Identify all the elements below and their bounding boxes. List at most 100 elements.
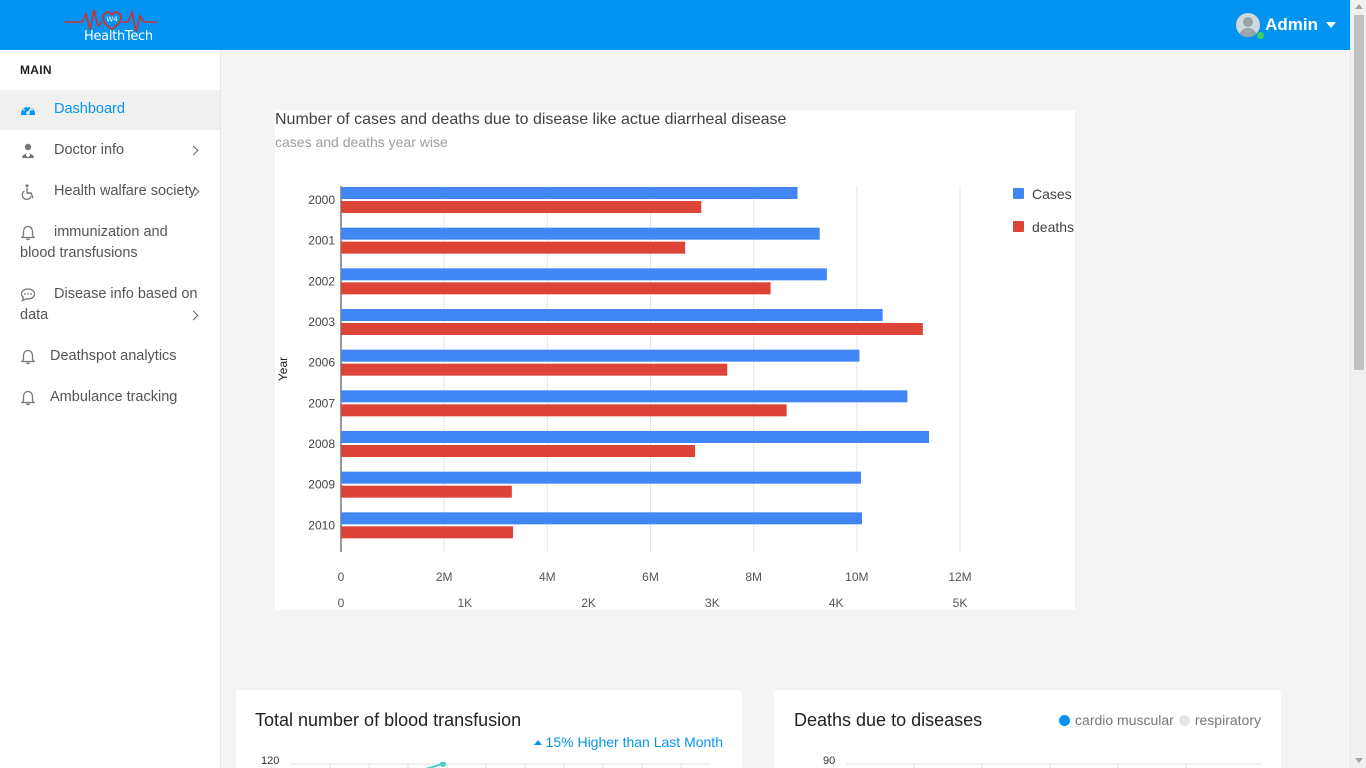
x-tick-label-primary: 4M xyxy=(539,570,556,584)
chat-icon xyxy=(20,288,36,302)
cases-deaths-bar-chart: 0 2M 4M 6M 8M 10M 12M 0 1K 2K 3K 4K 5K 2000 2001 2002 20… xyxy=(276,186,1074,610)
x-tick-label-primary: 10M xyxy=(845,570,868,584)
bar-deaths xyxy=(341,445,696,457)
bar-cases xyxy=(341,431,930,443)
sidebar-item-label: Dashboard xyxy=(54,101,125,117)
chart-subtitle: cases and deaths year wise xyxy=(275,134,448,150)
logo-mark: W4 xyxy=(106,16,118,24)
x-tick-label-primary: 0 xyxy=(338,570,345,584)
sidebar-item-label: Health walfare society xyxy=(54,183,196,199)
trend-up-icon xyxy=(533,739,542,745)
scroll-up-arrow-icon[interactable] xyxy=(1355,4,1363,9)
bar-deaths xyxy=(341,404,787,417)
sidebar-item-label-line2: blood transfusions xyxy=(20,245,138,261)
bar-cases xyxy=(341,471,861,484)
sidebar-section-label: MAIN xyxy=(20,63,52,77)
caret-down-icon[interactable] xyxy=(1326,22,1336,28)
trend-indicator: 15% Higher than Last Month xyxy=(533,734,723,750)
y-tick-label: 90 xyxy=(823,755,836,767)
x-tick-label-primary: 12M xyxy=(948,570,971,584)
y-tick-label: 2003 xyxy=(308,315,335,329)
card-title: Total number of blood transfusion xyxy=(255,710,522,730)
y-tick-label: 2007 xyxy=(308,396,335,410)
bell-icon xyxy=(20,225,36,241)
legend-swatch xyxy=(1013,221,1024,232)
y-tick-label: 2006 xyxy=(308,356,335,370)
bar-cases xyxy=(341,512,862,525)
sidebar-item-deathspot-analytics[interactable]: Deathspot analytics xyxy=(0,336,220,377)
user-name[interactable]: Admin xyxy=(1265,15,1318,35)
blood-transfusion-card: Total number of blood transfusion 15% Hi… xyxy=(236,690,742,768)
wheelchair-icon xyxy=(21,184,34,200)
data-point xyxy=(440,762,446,767)
legend-swatch xyxy=(1013,188,1024,199)
x-tick-label-secondary: 0 xyxy=(338,596,345,610)
y-tick-label: 2008 xyxy=(308,437,335,451)
sidebar-item-immunization[interactable]: immunization and blood transfusions xyxy=(0,212,220,274)
sidebar-item-label: Disease info based on xyxy=(54,286,198,302)
sidebar-item-label: Ambulance tracking xyxy=(50,389,178,405)
x-tick-label-secondary: 4K xyxy=(829,596,844,610)
bar-cases xyxy=(341,187,798,199)
bar-deaths xyxy=(341,363,728,376)
cases-deaths-chart-card: 0 2M 4M 6M 8M 10M 12M 0 1K 2K 3K 4K 5K 2000 2001 2002 20… xyxy=(275,110,1075,610)
blood-chart-gridline xyxy=(291,762,711,768)
card-title: Deaths due to diseases xyxy=(794,710,983,730)
bar-cases xyxy=(341,349,860,362)
trend-text: 15% Higher than Last Month xyxy=(545,734,723,750)
deaths-chart-gridline xyxy=(846,763,1261,768)
sidebar-item-disease-info[interactable]: Disease info based on data xyxy=(0,274,220,336)
y-tick-label: 2002 xyxy=(308,274,335,288)
deaths-due-to-diseases-card: Deaths due to diseases cardio muscular r… xyxy=(774,690,1281,768)
online-status-icon xyxy=(1256,31,1265,40)
sidebar-item-label: immunization and xyxy=(54,224,168,240)
top-navbar: W4 HealthTech Admin xyxy=(0,0,1350,50)
bar-cases xyxy=(341,227,820,240)
y-tick-label: 2001 xyxy=(308,234,335,248)
x-tick-label-secondary: 1K xyxy=(457,596,472,610)
y-tick-label: 2010 xyxy=(308,518,335,532)
y-tick-label: 2000 xyxy=(308,193,335,207)
bar-deaths xyxy=(341,485,512,498)
chart-legend: cardio muscular respiratory xyxy=(1059,712,1261,728)
chart-title: Number of cases and deaths due to diseas… xyxy=(275,111,787,128)
doctor-icon xyxy=(22,143,34,158)
x-tick-label-primary: 8M xyxy=(745,570,762,584)
dashboard-gauge-icon xyxy=(21,106,35,115)
legend-label-respiratory: respiratory xyxy=(1194,712,1261,728)
y-axis-label: Year xyxy=(276,357,290,381)
sidebar-item-label-line2: data xyxy=(20,307,49,323)
legend-dot-cardio xyxy=(1059,714,1071,726)
user-menu[interactable]: Admin xyxy=(1236,12,1336,38)
scrollbar-thumb[interactable] xyxy=(1354,15,1364,370)
legend-label-cardio: cardio muscular xyxy=(1075,712,1174,728)
x-tick-label-secondary: 5K xyxy=(953,596,968,610)
sidebar: MAIN Dashboard Doctor info Health walfar… xyxy=(0,50,221,768)
scroll-down-arrow-icon[interactable] xyxy=(1355,758,1363,763)
legend-label: Cases xyxy=(1032,186,1072,202)
page-scrollbar[interactable] xyxy=(1350,0,1366,768)
sidebar-item-dashboard[interactable]: Dashboard xyxy=(0,90,220,130)
brand-name[interactable]: HealthTech xyxy=(84,29,153,44)
chevron-right-icon[interactable] xyxy=(188,310,199,321)
legend-dot-respiratory xyxy=(1178,714,1190,726)
bar-cases xyxy=(341,268,827,281)
y-tick-label: 2009 xyxy=(308,478,335,492)
sidebar-item-ambulance-tracking[interactable]: Ambulance tracking xyxy=(0,377,220,418)
sidebar-item-label: Deathspot analytics xyxy=(50,348,177,364)
bar-cases xyxy=(341,390,908,403)
sidebar-item-health-walfare-society[interactable]: Health walfare society xyxy=(0,171,220,212)
x-tick-label-secondary: 3K xyxy=(705,596,720,610)
chevron-right-icon[interactable] xyxy=(188,145,199,156)
sidebar-item-label: Doctor info xyxy=(54,142,125,158)
bar-deaths xyxy=(341,282,771,295)
bar-deaths xyxy=(341,201,702,213)
x-tick-label-secondary: 2K xyxy=(581,596,596,610)
bell-icon xyxy=(20,349,36,365)
bar-cases xyxy=(341,309,883,321)
x-tick-label-primary: 6M xyxy=(642,570,659,584)
sidebar-item-doctor-info[interactable]: Doctor info xyxy=(0,130,220,171)
bar-deaths xyxy=(341,323,923,335)
legend-label: deaths xyxy=(1032,219,1074,235)
bar-deaths xyxy=(341,526,514,539)
